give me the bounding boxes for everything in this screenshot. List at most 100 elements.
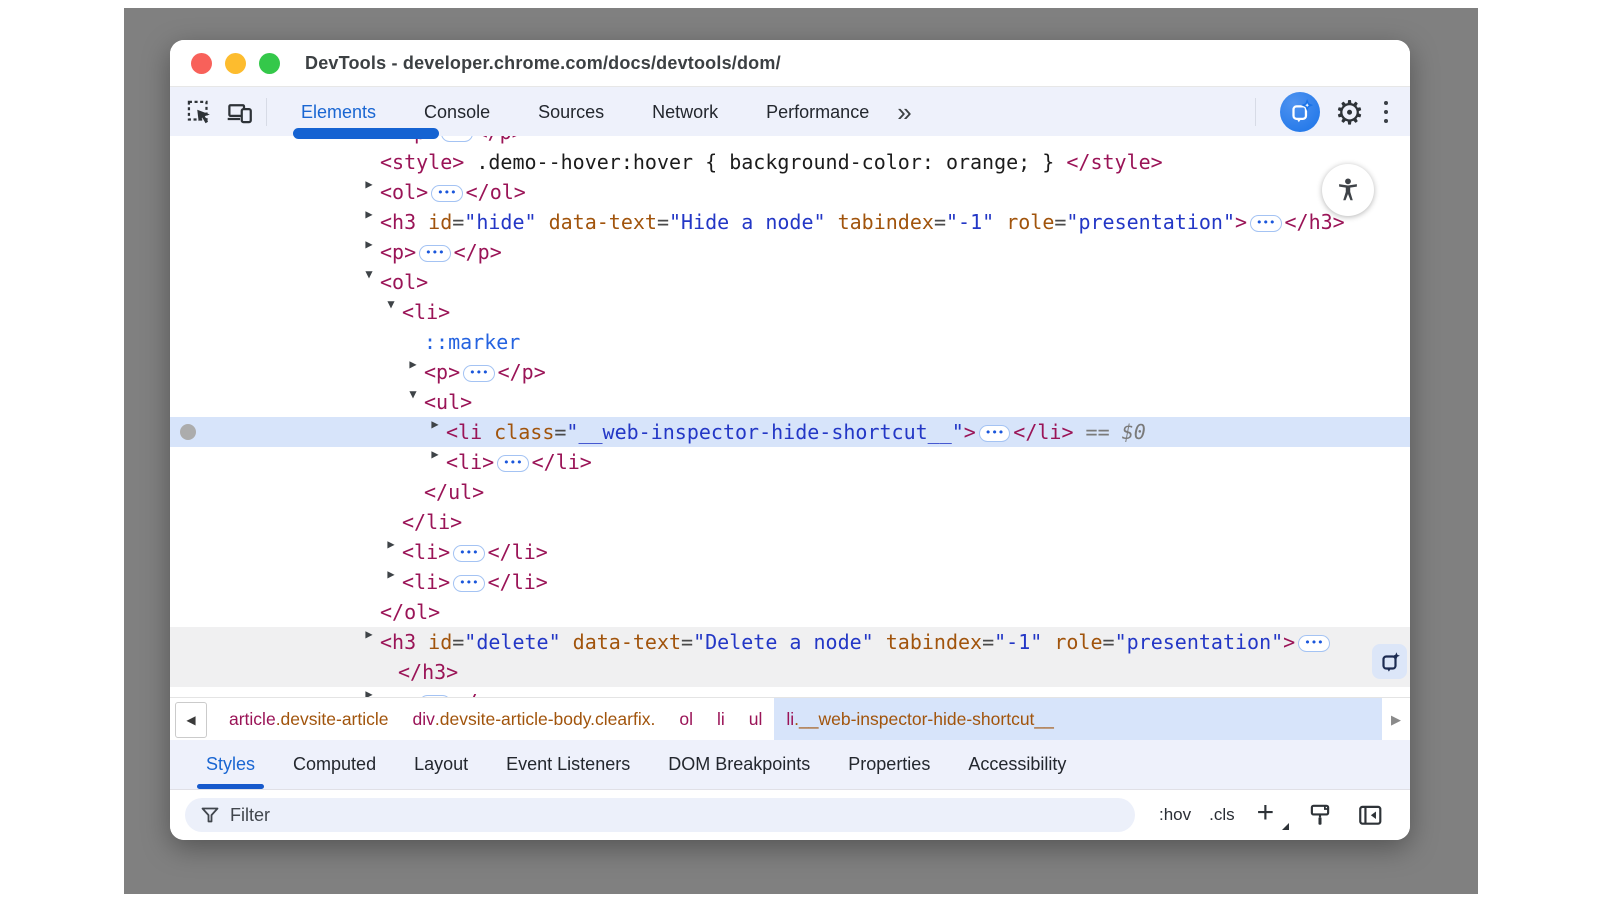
active-tab-indicator	[293, 128, 439, 139]
zoom-window-button[interactable]	[259, 53, 280, 74]
dom-tree-row[interactable]: ▼<li>	[170, 297, 1410, 327]
dom-tree-row[interactable]: ▶<ol>•••</ol>	[170, 177, 1410, 207]
breadcrumb-back-button[interactable]: ◀	[175, 702, 207, 738]
dom-token-attr: role	[1042, 630, 1102, 654]
dom-token-val: "presentation"	[1115, 630, 1284, 654]
dom-token-attr: role	[994, 210, 1054, 234]
panel-tab-sources[interactable]: Sources	[514, 87, 628, 137]
ellipsis-expand-button[interactable]: •••	[431, 185, 462, 202]
dom-token-tag: <p>	[424, 360, 460, 384]
sidebar-tab-event-listeners[interactable]: Event Listeners	[487, 740, 649, 789]
dom-token-val: "presentation"	[1066, 210, 1235, 234]
sidebar-tab-styles[interactable]: Styles	[187, 740, 274, 789]
dom-tree-row[interactable]: </ul>	[170, 477, 1410, 507]
dom-token-val: "delete"	[464, 630, 560, 654]
sidebar-tab-properties[interactable]: Properties	[829, 740, 949, 789]
sidebar-tab-layout[interactable]: Layout	[395, 740, 487, 789]
breadcrumb-item-selected[interactable]: li.__web-inspector-hide-shortcut__	[774, 698, 1382, 741]
sidebar-tab-dom-breakpoints[interactable]: DOM Breakpoints	[649, 740, 829, 789]
styles-filter-input[interactable]: Filter	[185, 798, 1135, 832]
ellipsis-expand-button[interactable]: •••	[497, 455, 528, 472]
dom-tree-row[interactable]: ▶<li>•••</li>	[170, 537, 1410, 567]
sidebar-tab-accessibility[interactable]: Accessibility	[949, 740, 1085, 789]
breadcrumb-item[interactable]: div.devsite-article-body.clearfix.	[401, 698, 668, 741]
dom-tree-row-selected[interactable]: ▶<li class="__web-inspector-hide-shortcu…	[170, 417, 1410, 447]
dom-tree-row[interactable]: </ol>	[170, 597, 1410, 627]
panel-tab-performance[interactable]: Performance	[742, 87, 893, 137]
rendering-emulations-icon[interactable]	[1307, 802, 1333, 828]
sidebar-tab-computed[interactable]: Computed	[274, 740, 395, 789]
dom-token-attr: tabindex	[826, 210, 934, 234]
toolbar-left-icons	[170, 98, 277, 126]
dom-token-tag: </p>	[476, 136, 524, 144]
breadcrumb-tag: li	[786, 709, 794, 730]
dom-tree-panel: <p>•••</p><style> .demo--hover:hover { b…	[170, 136, 1410, 697]
dom-tree-row[interactable]: <style> .demo--hover:hover { background-…	[170, 147, 1410, 177]
minimize-window-button[interactable]	[225, 53, 246, 74]
dom-tree-row[interactable]: ▼<ol>	[170, 267, 1410, 297]
dom-token-tag: <h3	[380, 630, 416, 654]
dom-token-tag: </li>	[1013, 420, 1073, 444]
window-title: DevTools - developer.chrome.com/docs/dev…	[305, 53, 781, 74]
dom-tree-row[interactable]: ▶<h3 id="hide" data-text="Hide a node" t…	[170, 207, 1410, 237]
dom-token-tag: <li>	[402, 300, 450, 324]
dom-token-tag: <h3	[380, 210, 416, 234]
dom-token-tag: <li>	[402, 570, 450, 594]
dom-tree-row[interactable]: ▶<h3 id="delete" data-text="Delete a nod…	[170, 627, 1410, 687]
panel-tab-network[interactable]: Network	[628, 87, 742, 137]
breadcrumb-item[interactable]: article.devsite-article	[217, 698, 401, 741]
more-panels-icon[interactable]: »	[897, 99, 911, 125]
dom-tree-row[interactable]: ▶<li>•••</li>	[170, 567, 1410, 597]
ellipsis-expand-button[interactable]: •••	[463, 365, 494, 382]
dom-token-attr: data-text	[537, 210, 657, 234]
dom-token-tag: </p>	[454, 690, 502, 697]
dom-tree-row[interactable]: ▶<p>•••</p>	[170, 687, 1410, 697]
settings-gear-icon[interactable]: ⚙	[1332, 94, 1368, 130]
dom-token-eq: =	[681, 630, 693, 654]
inspect-element-icon[interactable]	[186, 99, 213, 126]
dom-token-tag: <ol>	[380, 270, 428, 294]
filter-placeholder: Filter	[230, 805, 270, 826]
ellipsis-expand-button[interactable]: •••	[419, 245, 450, 262]
breadcrumb-tag: ul	[749, 709, 763, 730]
toggle-element-state-button[interactable]: :hov	[1159, 805, 1191, 825]
ellipsis-expand-button[interactable]: •••	[979, 425, 1010, 442]
breadcrumb-item[interactable]: ol	[667, 698, 705, 741]
ellipsis-expand-button[interactable]: •••	[1298, 635, 1329, 652]
breadcrumb-forward-button[interactable]: ▶	[1382, 712, 1410, 728]
dom-tree-row[interactable]: ▼<ul>	[170, 387, 1410, 417]
toggle-sidebar-icon[interactable]	[1357, 802, 1383, 828]
ellipsis-expand-button[interactable]: •••	[453, 545, 484, 562]
accessibility-overlay-button[interactable]	[1322, 164, 1374, 216]
breadcrumb-items: article.devsite-articlediv.devsite-artic…	[207, 698, 1382, 741]
dom-tree-row[interactable]: ▶<p>•••</p>	[170, 357, 1410, 387]
dom-token-val: "-1"	[946, 210, 994, 234]
ai-assistance-icon[interactable]	[1280, 92, 1320, 132]
dom-tree-row[interactable]: </li>	[170, 507, 1410, 537]
dom-token-tag: <ol>	[380, 180, 428, 204]
dom-token-tag: </ul>	[424, 480, 484, 504]
element-classes-button[interactable]: .cls	[1209, 805, 1235, 825]
ellipsis-expand-button[interactable]: •••	[441, 136, 472, 142]
more-options-icon[interactable]	[1384, 101, 1389, 124]
dom-tree-row[interactable]: ▶<p>•••</p>	[170, 237, 1410, 267]
ellipsis-expand-button[interactable]: •••	[1250, 215, 1281, 232]
dom-tree-row[interactable]: ▶<li>•••</li>	[170, 447, 1410, 477]
close-window-button[interactable]	[191, 53, 212, 74]
dom-tree-row[interactable]: ::marker	[170, 327, 1410, 357]
breadcrumb-tag: li	[717, 709, 725, 730]
dom-token-attr: class	[482, 420, 554, 444]
breadcrumb-item[interactable]: ul	[737, 698, 775, 741]
dom-token-tag: <li	[446, 420, 482, 444]
dom-token-tag: </li>	[532, 450, 592, 474]
new-style-rule-button[interactable]: +	[1257, 800, 1283, 830]
dom-token-tag: </ol>	[466, 180, 526, 204]
dom-token-val: "Hide a node"	[669, 210, 826, 234]
dom-token-tag: <style>	[380, 150, 464, 174]
breadcrumb-item[interactable]: li	[705, 698, 737, 741]
ai-assistance-floating-button[interactable]	[1372, 644, 1407, 679]
dom-token-attr: id	[416, 630, 452, 654]
toggle-device-toolbar-icon[interactable]	[226, 99, 253, 126]
ellipsis-expand-button[interactable]: •••	[453, 575, 484, 592]
breadcrumb-cls: .devsite-article	[276, 709, 389, 730]
